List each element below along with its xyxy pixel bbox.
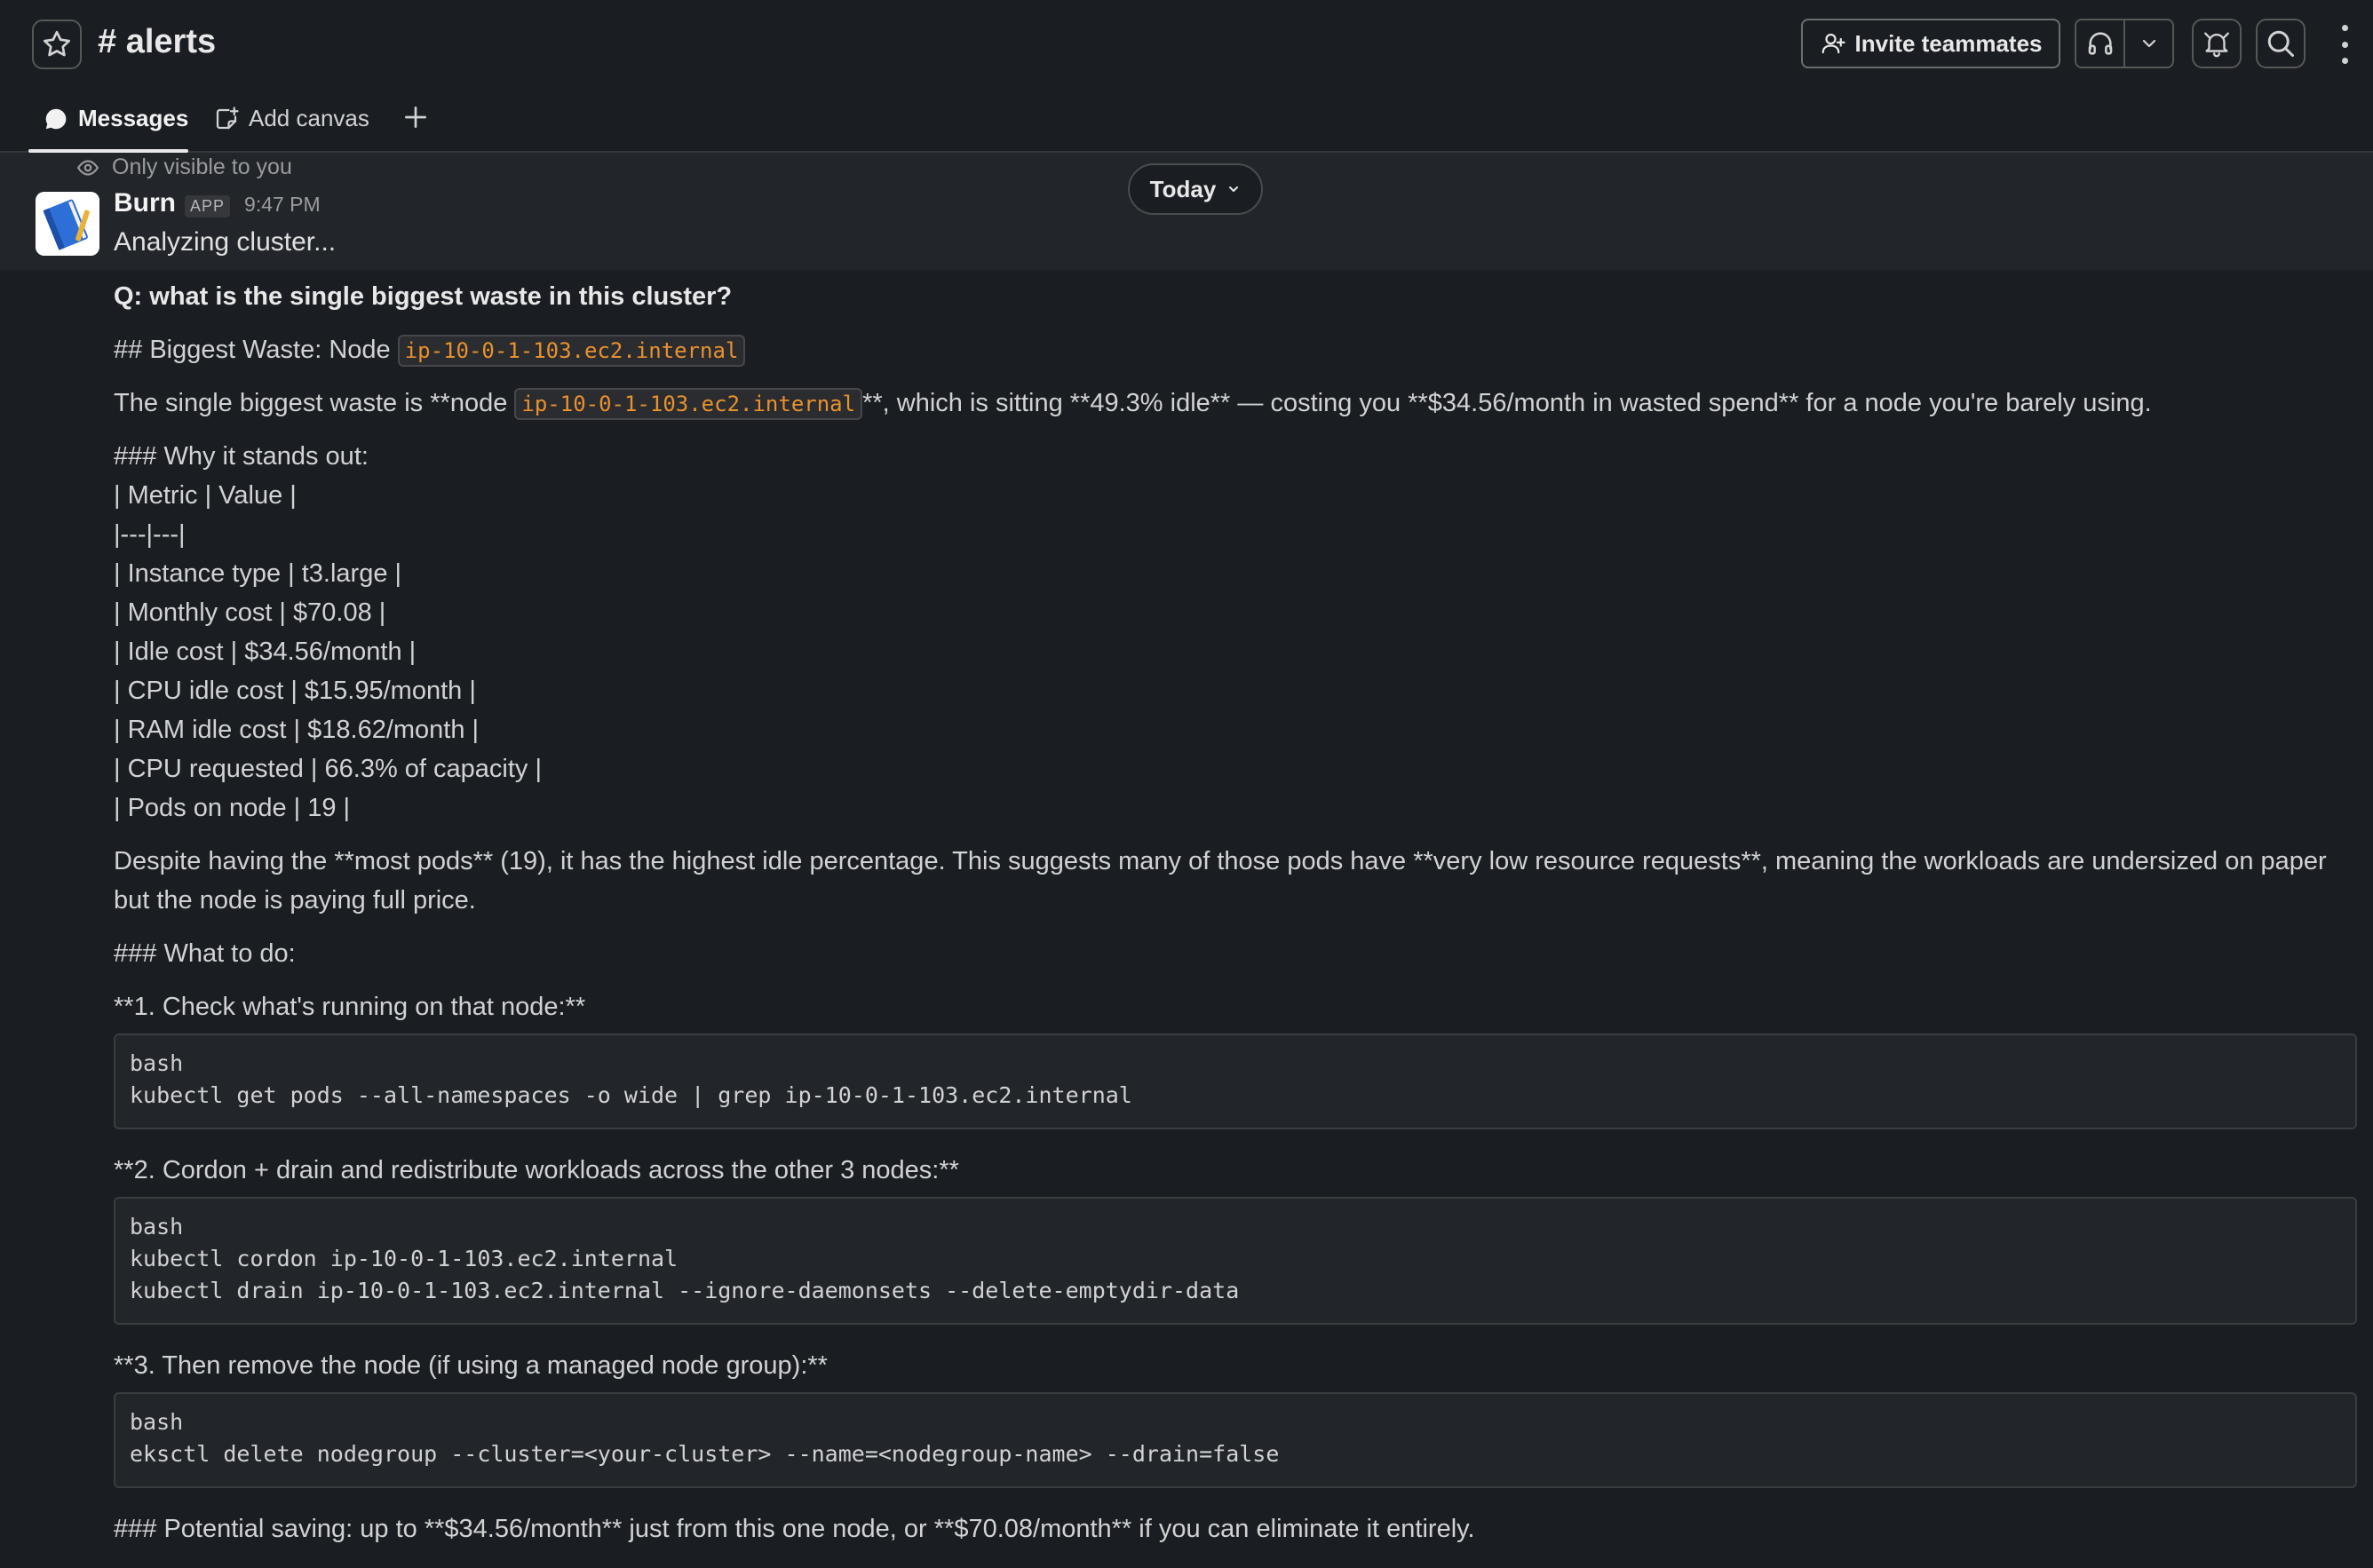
inline-code-node: ip-10-0-1-103.ec2.internal: [514, 388, 863, 420]
despite-paragraph-line2: but the node is paying full price.: [114, 886, 476, 915]
tab-add-canvas[interactable]: Add canvas: [213, 105, 369, 132]
huddle-controls: [2075, 19, 2174, 68]
summary-line: The single biggest waste is **node ip-10…: [114, 384, 2152, 424]
table-line: | Metric | Value |: [114, 481, 297, 510]
search-icon: [2267, 30, 2294, 57]
code-block-3[interactable]: bash eksctl delete nodegroup --cluster=<…: [114, 1392, 2357, 1488]
step-1: **1. Check what's running on that node:*…: [114, 993, 586, 1021]
ephemeral-notice: Only visible to you: [76, 154, 292, 180]
chevron-down-icon: [2142, 39, 2155, 48]
question-line: Q: what is the single biggest waste in t…: [114, 282, 733, 311]
app-badge: APP: [185, 195, 231, 218]
table-line: | Idle cost | $34.56/month |: [114, 637, 417, 666]
ephemeral-text: Only visible to you: [112, 154, 292, 179]
notifications-button[interactable]: [2192, 19, 2242, 68]
notebook-avatar-icon: [36, 192, 99, 256]
step-3: **3. Then remove the node (if using a ma…: [114, 1351, 828, 1380]
table-line: | Pods on node | 19 |: [114, 794, 351, 822]
code-block-2[interactable]: bash kubectl cordon ip-10-0-1-103.ec2.in…: [114, 1197, 2357, 1325]
invite-label: Invite teammates: [1854, 29, 2043, 57]
message-header: Burn APP 9:47 PM: [114, 188, 321, 218]
add-tab-button[interactable]: [401, 103, 430, 131]
message-bubble-icon: [45, 108, 67, 129]
message-timestamp[interactable]: 9:47 PM: [244, 193, 321, 217]
tab-label: Add canvas: [249, 105, 369, 131]
star-icon: [44, 30, 70, 57]
headphones-icon: [2088, 32, 2112, 55]
summary-before: The single biggest waste is **node: [114, 389, 515, 417]
kebab-dot-icon: [2341, 58, 2348, 64]
table-line: | Instance type | t3.large |: [114, 559, 402, 588]
tab-label: Messages: [78, 105, 189, 131]
channel-header: # alerts Invite teammates: [0, 0, 2373, 89]
potential-saving-line: ### Potential saving: up to **$34.56/mon…: [114, 1515, 1475, 1543]
huddle-button[interactable]: [2076, 20, 2123, 67]
code-block-1[interactable]: bash kubectl get pods --all-namespaces -…: [114, 1033, 2357, 1129]
channel-title[interactable]: # alerts: [98, 23, 216, 61]
step-2: **2. Cordon + drain and redistribute wor…: [114, 1156, 959, 1184]
tab-messages[interactable]: Messages: [43, 105, 188, 132]
despite-paragraph-line1: Despite having the **most pods** (19), i…: [114, 847, 2327, 875]
channel-name: alerts: [125, 23, 217, 60]
chevron-down-icon: [1229, 186, 1239, 192]
todo-heading: ### What to do:: [114, 939, 296, 968]
huddle-options-button[interactable]: [2125, 20, 2172, 67]
invite-teammates-button[interactable]: Invite teammates: [1801, 19, 2060, 68]
table-line: |---|---|: [114, 520, 186, 549]
table-line: | CPU requested | 66.3% of capacity |: [114, 755, 543, 783]
canvas-add-icon: [216, 106, 239, 129]
date-divider-button[interactable]: Today: [1128, 163, 1263, 215]
table-line: | Monthly cost | $70.08 |: [114, 598, 386, 627]
table-line: | CPU idle cost | $15.95/month |: [114, 677, 476, 705]
channel-tabs: Messages Add canvas: [0, 89, 2373, 153]
summary-after: **, which is sitting **49.3% idle** — co…: [862, 389, 2152, 417]
plus-icon: [405, 107, 426, 128]
star-channel-button[interactable]: [32, 20, 82, 69]
avatar[interactable]: [36, 192, 99, 256]
message-text: Analyzing cluster...: [114, 227, 337, 257]
inline-code-node: ip-10-0-1-103.ec2.internal: [397, 335, 746, 367]
message-list: Only visible to you Burn APP 9:47 PM Ana…: [0, 153, 2373, 1568]
more-options-button[interactable]: [2334, 25, 2355, 64]
why-heading: ### Why it stands out:: [114, 442, 369, 471]
search-button[interactable]: [2256, 19, 2306, 68]
channel-hash: #: [98, 23, 117, 60]
table-line: | RAM idle cost | $18.62/month |: [114, 716, 480, 744]
sender-name[interactable]: Burn: [114, 188, 176, 218]
bell-muted-icon: [2204, 32, 2229, 58]
eye-icon: [76, 159, 99, 176]
heading-prefix: ## Biggest Waste: Node: [114, 336, 398, 364]
kebab-dot-icon: [2341, 41, 2348, 48]
kebab-dot-icon: [2341, 25, 2348, 31]
biggest-waste-heading: ## Biggest Waste: Node ip-10-0-1-103.ec2…: [114, 330, 746, 370]
add-person-icon: [1821, 33, 1845, 54]
date-divider-label: Today: [1149, 175, 1217, 202]
